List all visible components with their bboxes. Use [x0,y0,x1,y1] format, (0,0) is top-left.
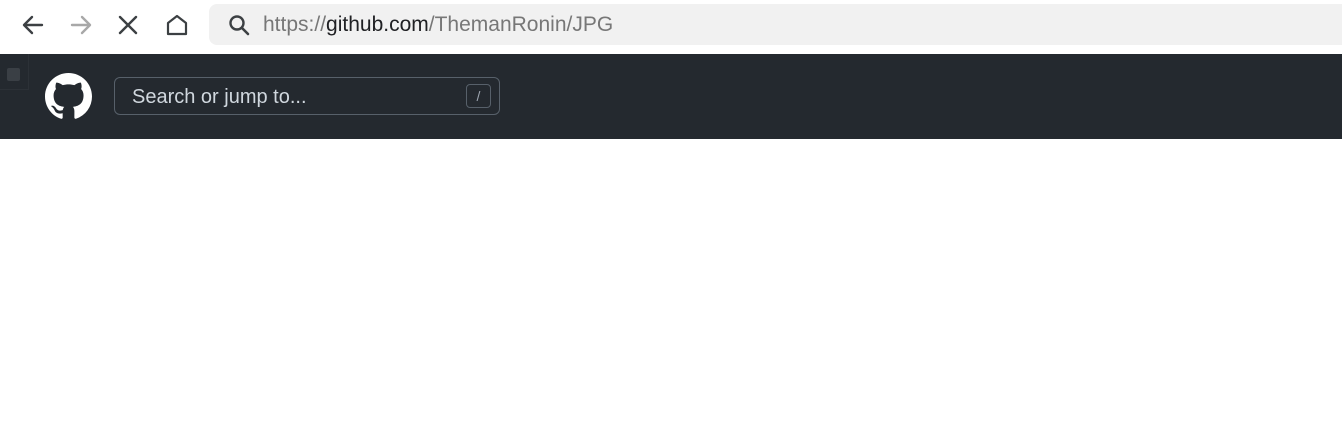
github-mark-icon[interactable] [45,73,92,120]
back-button[interactable] [15,7,51,43]
url-text[interactable]: https://github.com/ThemanRonin/JPG [263,12,613,38]
home-icon [165,13,189,37]
page-loading-placeholder [0,54,29,90]
forward-button[interactable] [63,7,99,43]
address-bar[interactable]: https://github.com/ThemanRonin/JPG [209,4,1342,45]
url-path: /ThemanRonin/JPG [428,13,614,36]
close-icon [117,14,139,36]
arrow-left-icon [21,13,45,37]
browser-toolbar: https://github.com/ThemanRonin/JPG [0,0,1342,54]
arrow-right-icon [69,13,93,37]
url-scheme: https:// [263,13,327,36]
search-icon [228,14,250,36]
home-button[interactable] [159,7,195,43]
url-host: github.com [326,13,429,36]
slash-shortcut-badge: / [466,84,491,108]
stop-loading-button[interactable] [110,7,146,43]
search-placeholder: Search or jump to... [132,86,307,108]
search-input[interactable]: Search or jump to... / [114,77,500,115]
github-header: Search or jump to... / [0,54,1342,139]
